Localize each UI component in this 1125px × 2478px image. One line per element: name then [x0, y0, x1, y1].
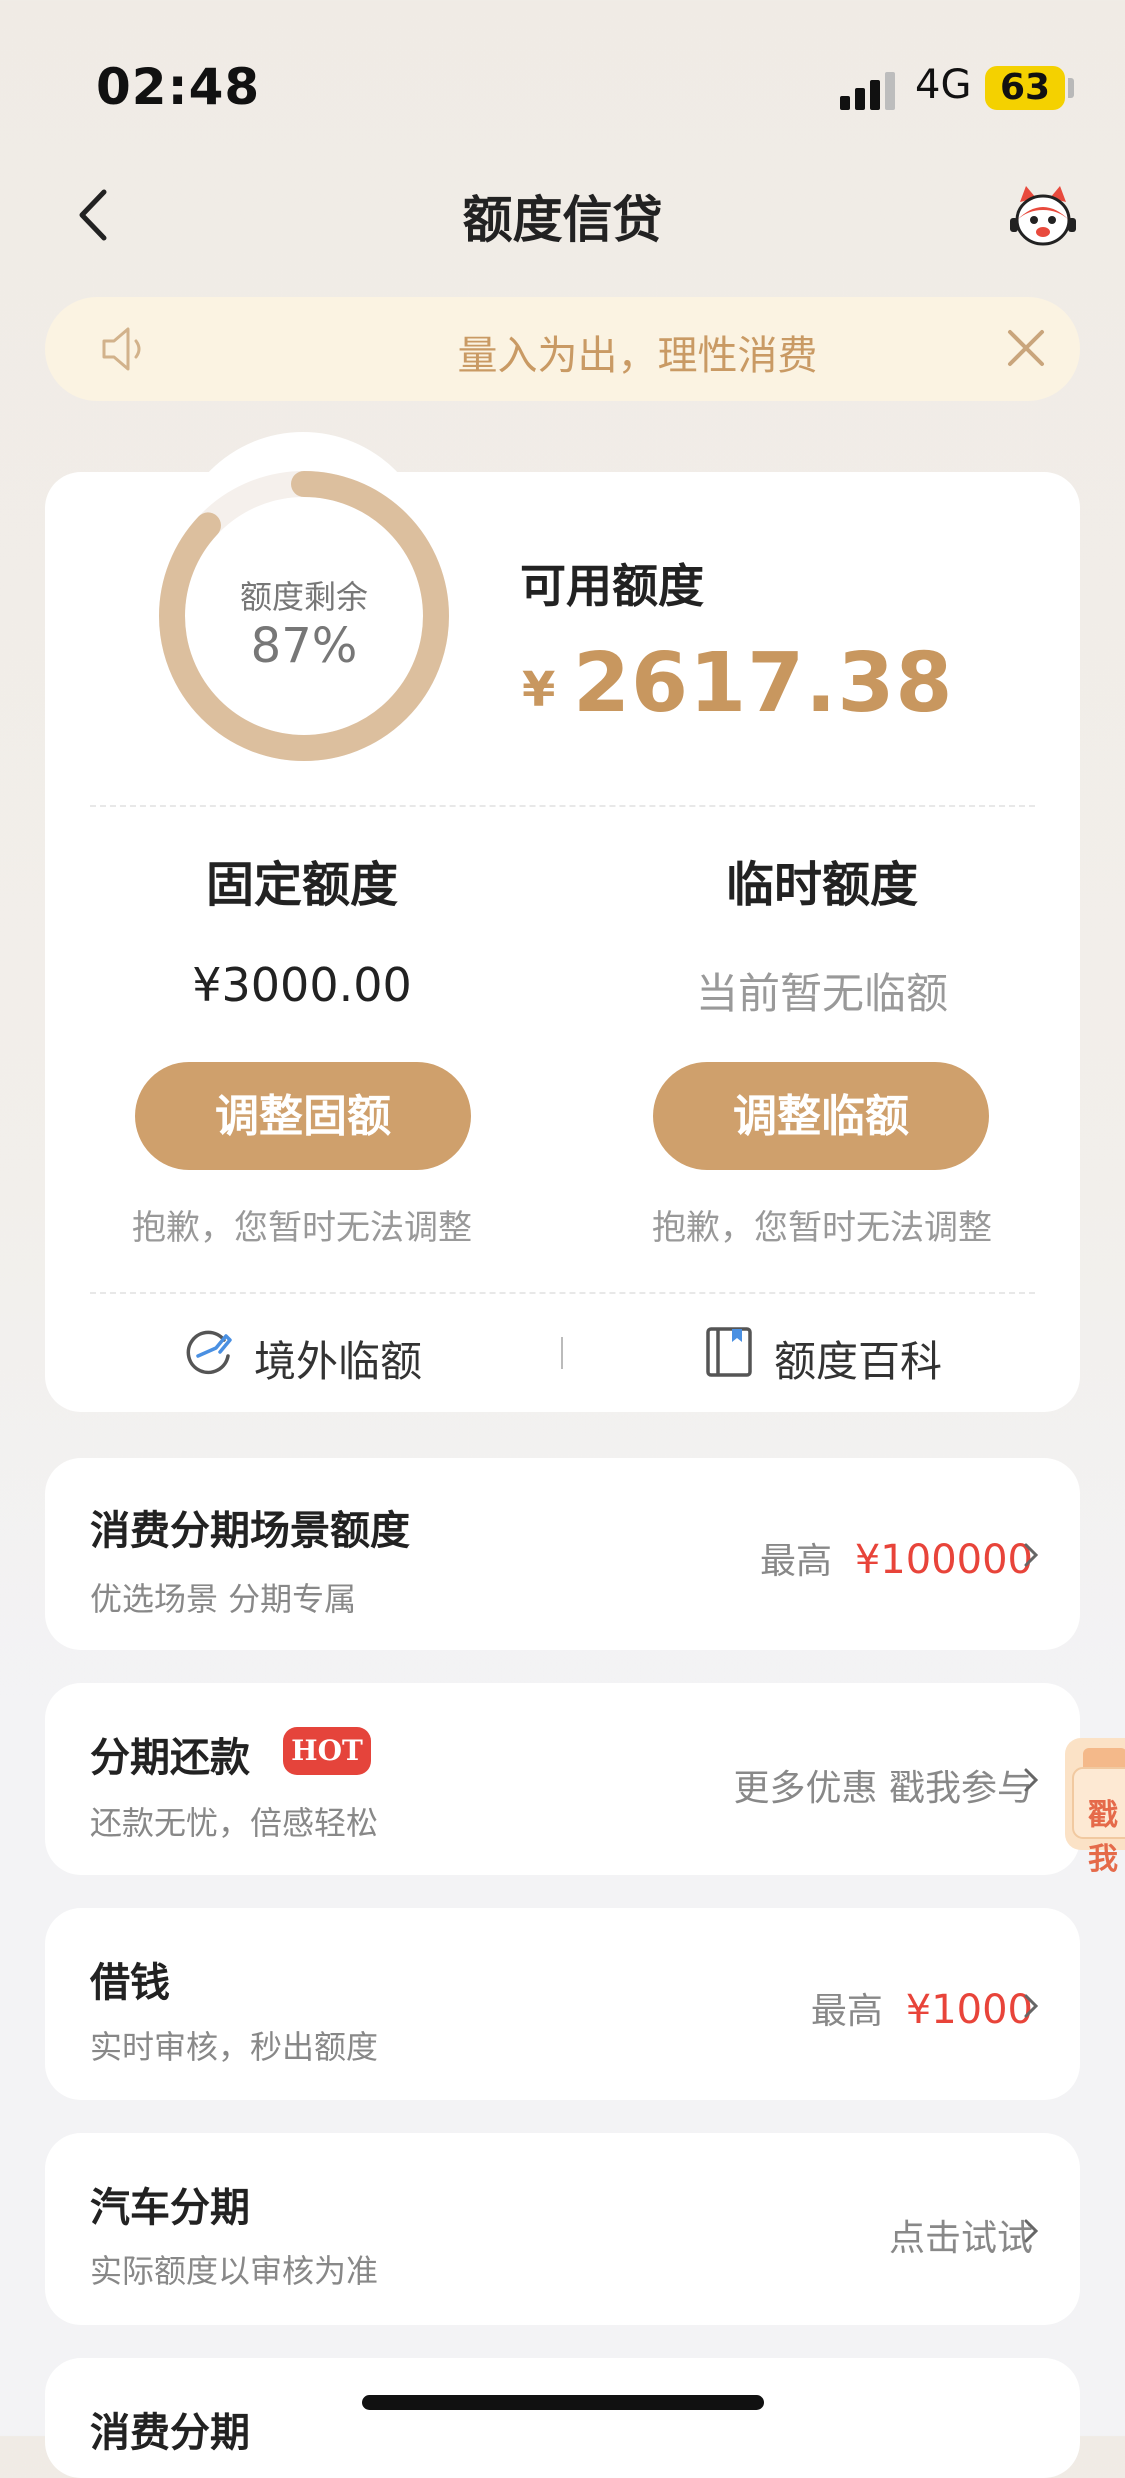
available-currency: ¥: [522, 662, 556, 718]
row-subtitle: 实时审核，秒出额度: [90, 2028, 379, 2066]
overseas-quota-link[interactable]: 境外临额: [180, 1322, 440, 1392]
plane-globe-icon: [184, 1326, 234, 1378]
overseas-quota-label: 境外临额: [254, 1337, 423, 1386]
battery-icon: 63: [985, 66, 1065, 110]
row-subtitle: 实际额度以审核为准: [90, 2252, 379, 2290]
adjust-fixed-button[interactable]: 调整固额: [135, 1062, 471, 1170]
row-right-text: 点击试试: [888, 2218, 1033, 2259]
available-label: 可用额度: [520, 559, 704, 613]
row-right-prefix: 最高: [810, 1991, 883, 2032]
row-right-prefix: 最高: [759, 1541, 832, 1582]
chevron-right-icon: [1020, 1762, 1042, 1798]
ring-percent: 87%: [250, 618, 358, 674]
divider: [90, 805, 1035, 807]
row-right-value: ¥100000: [854, 1537, 1033, 1583]
temp-quota-value: 当前暂无临额: [695, 969, 948, 1018]
row-title: 分期还款: [90, 1735, 250, 1781]
hot-badge: HOT: [283, 1727, 371, 1775]
floating-promo-text: 戳我: [1088, 1798, 1118, 1877]
quota-wiki-label: 额度百科: [774, 1337, 943, 1386]
notice-text: 量入为出，理性消费: [457, 333, 818, 379]
book-icon: [704, 1326, 754, 1378]
temp-note: 抱歉，您暂时无法调整: [652, 1208, 992, 1248]
chevron-right-icon: [1020, 2213, 1042, 2249]
row-title: 消费分期场景额度: [90, 1508, 410, 1554]
adjust-temp-button[interactable]: 调整临额: [653, 1062, 989, 1170]
home-indicator: [362, 2395, 764, 2410]
page-title: 额度信贷: [462, 191, 663, 249]
available-amount: 2617.38: [573, 636, 954, 731]
row-subtitle: 优选场景 分期专属: [90, 1580, 357, 1618]
divider: [90, 1292, 1035, 1294]
status-time: 02:48: [96, 58, 261, 116]
ring-label: 额度剩余: [239, 578, 368, 616]
fixed-quota-title: 固定额度: [205, 857, 398, 913]
quota-wiki-link[interactable]: 额度百科: [700, 1322, 960, 1392]
chevron-right-icon: [1020, 1988, 1042, 2024]
row-right-value: ¥1000: [905, 1987, 1033, 2033]
chevron-right-icon: [1020, 1537, 1042, 1573]
mascot-icon[interactable]: [1008, 182, 1078, 252]
row-right-info: 最高 ¥100000: [760, 1532, 1033, 1584]
row-subtitle: 还款无忧，倍感轻松: [90, 1804, 379, 1842]
row-title: 汽车分期: [90, 2185, 250, 2231]
network-type: 4G: [915, 62, 972, 108]
row-right-info: 最高 ¥1000: [811, 1982, 1033, 2034]
row-right-text: 更多优惠 戳我参与: [733, 1768, 1033, 1809]
fixed-quota-value: ¥3000.00: [192, 958, 412, 1012]
row-title: 借钱: [90, 1960, 170, 2006]
battery-tip: [1068, 78, 1074, 98]
row-title: 消费分期: [90, 2410, 250, 2456]
signal-icon: [840, 70, 896, 110]
fixed-note: 抱歉，您暂时无法调整: [132, 1208, 472, 1248]
link-separator: [561, 1337, 563, 1369]
close-icon[interactable]: [1005, 327, 1047, 369]
temp-quota-title: 临时额度: [725, 857, 918, 913]
